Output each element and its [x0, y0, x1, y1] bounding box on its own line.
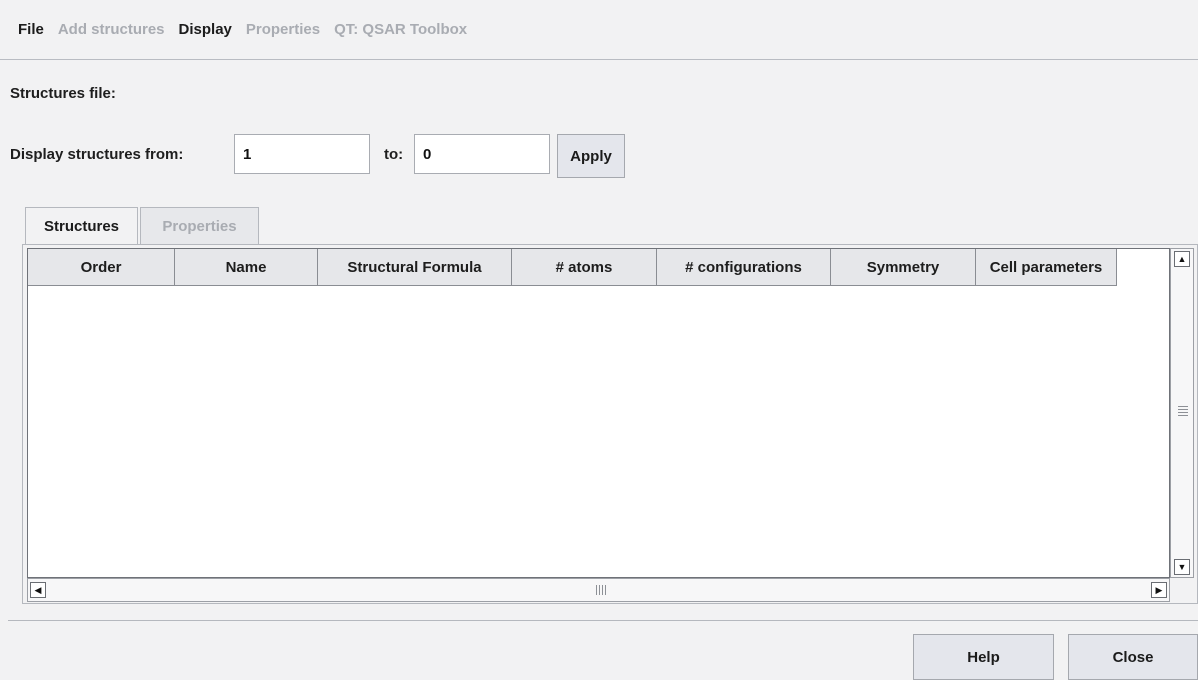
tab-structures[interactable]: Structures — [25, 207, 138, 245]
scroll-grip-icon[interactable] — [1178, 406, 1188, 416]
tab-properties[interactable]: Properties — [140, 207, 259, 244]
arrow-right-icon[interactable]: ▶ — [1151, 582, 1167, 598]
column-header-name[interactable]: Name — [175, 249, 318, 286]
menu-add-structures[interactable]: Add structures — [58, 21, 165, 38]
column-header-cell-parameters[interactable]: Cell parameters — [976, 249, 1117, 286]
scroll-grip-icon[interactable] — [596, 585, 606, 595]
display-to-input[interactable] — [414, 134, 550, 174]
column-header-order[interactable]: Order — [28, 249, 175, 286]
horizontal-scrollbar[interactable]: ◀ ▶ — [27, 578, 1170, 602]
arrow-up-icon[interactable]: ▲ — [1174, 251, 1190, 267]
display-to-label: to: — [384, 146, 404, 163]
structures-table[interactable]: Order Name Structural Formula # atoms # … — [27, 248, 1170, 578]
column-header-atoms[interactable]: # atoms — [512, 249, 657, 286]
menu-bar: File Add structures Display Properties Q… — [0, 0, 1198, 60]
apply-button[interactable]: Apply — [557, 134, 625, 178]
menu-display[interactable]: Display — [179, 21, 232, 38]
menu-qsar-toolbox[interactable]: QT: QSAR Toolbox — [334, 21, 467, 38]
column-header-configurations[interactable]: # configurations — [657, 249, 831, 286]
table-header: Order Name Structural Formula # atoms # … — [28, 249, 1117, 286]
footer-separator — [8, 620, 1198, 621]
arrow-left-icon[interactable]: ◀ — [30, 582, 46, 598]
close-button[interactable]: Close — [1068, 634, 1198, 680]
display-from-label: Display structures from: — [10, 146, 184, 163]
menu-file[interactable]: File — [18, 21, 44, 38]
menu-properties[interactable]: Properties — [246, 21, 320, 38]
help-button[interactable]: Help — [913, 634, 1054, 680]
display-from-input[interactable] — [234, 134, 370, 174]
column-header-symmetry[interactable]: Symmetry — [831, 249, 976, 286]
structures-file-label: Structures file: — [10, 85, 116, 102]
arrow-down-icon[interactable]: ▼ — [1174, 559, 1190, 575]
vertical-scrollbar[interactable]: ▲ ▼ — [1170, 248, 1194, 578]
column-header-structural-formula[interactable]: Structural Formula — [318, 249, 512, 286]
